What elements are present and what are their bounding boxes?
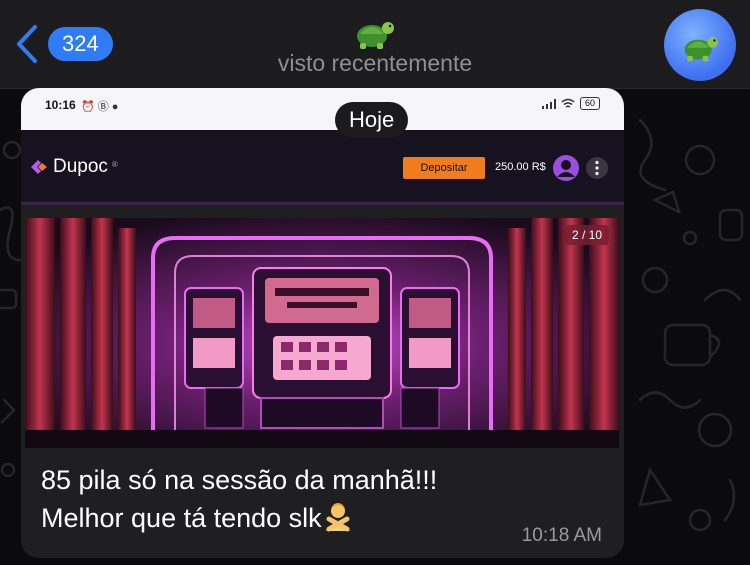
app-bar-divider — [21, 202, 624, 205]
casino-app-bar: Dupoc ® Depositar 250.00 R$ — [21, 130, 624, 202]
turtle-icon — [684, 36, 719, 62]
date-separator: Hoje — [335, 102, 409, 138]
message-line-1: 85 pila só na sessão da manhã!!! — [41, 465, 438, 495]
slot-machine-banner: 2 / 10 — [25, 218, 619, 448]
chat-header: 324 visto recentemente — [0, 0, 750, 89]
person-gesturing-no-icon — [325, 503, 350, 532]
screenshot-clock: 10:16 — [45, 98, 76, 112]
deposit-button: Depositar — [403, 157, 485, 179]
user-icon — [553, 155, 579, 181]
turtle-icon — [357, 22, 394, 49]
banner-page-counter: 2 / 10 — [564, 225, 609, 245]
status-icons: ⏰ Ⓑ ● — [81, 101, 119, 113]
message-bubble[interactable]: 10:16 ⏰ Ⓑ ● 60 Dupoc ® Depositar 250.00 … — [21, 88, 624, 558]
message-timestamp: 10:18 AM — [521, 525, 602, 546]
wifi-icon — [561, 98, 575, 108]
balance-display: 250.00 R$ — [495, 161, 546, 173]
logo-icon — [31, 160, 47, 174]
dupoc-logo: Dupoc ® — [29, 156, 118, 178]
signal-icon — [541, 98, 556, 109]
contact-avatar[interactable] — [664, 9, 736, 81]
brand-mark: ® — [111, 159, 118, 169]
status-right-icons: 60 — [541, 97, 600, 110]
screenshot-status-bar: 10:16 ⏰ Ⓑ ● 60 — [21, 88, 624, 130]
brand-name: Dupoc — [53, 156, 108, 177]
message-line-2: Melhor que tá tendo slk — [41, 503, 322, 533]
more-vertical-icon — [586, 157, 608, 179]
slot-machine-illustration — [25, 218, 619, 448]
battery-indicator: 60 — [579, 97, 600, 110]
last-seen-status: visto recentemente — [277, 50, 473, 76]
